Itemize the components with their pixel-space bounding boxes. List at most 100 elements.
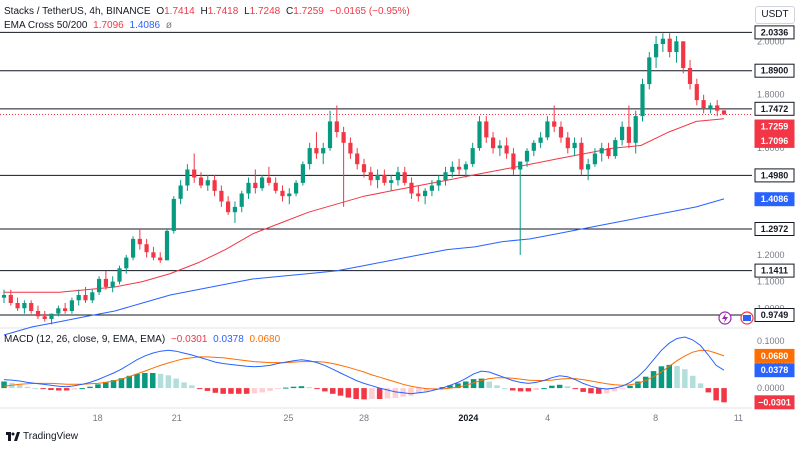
macd-histogram-bar [220, 388, 226, 394]
ema-indicator-label[interactable]: EMA Cross 50/200 [4, 20, 87, 31]
candle-body [423, 190, 428, 197]
horizontal-levels [0, 31, 752, 316]
macd-histogram-bar [71, 388, 78, 390]
candle-body [395, 172, 401, 181]
macd-histogram-bar [142, 373, 148, 389]
macd-histogram-bar [658, 366, 665, 388]
candle-body [409, 182, 414, 194]
macd-histogram-bar [196, 388, 203, 390]
price-axis[interactable]: 1.00001.10001.20001.40001.60001.80002.00… [757, 36, 785, 393]
candle-body [620, 126, 625, 141]
price-chart[interactable]: 1.00001.10001.20001.40001.60001.80002.00… [0, 0, 800, 450]
macd-histogram-bar [682, 369, 688, 389]
macd-histogram-bar [408, 388, 414, 396]
candle-body [219, 190, 224, 202]
candle-body [83, 295, 88, 301]
macd-histogram-bar [674, 365, 680, 389]
candle-body [260, 177, 265, 189]
ema200-value: 1.4086 [129, 20, 161, 31]
macd-histogram-bar [392, 388, 399, 398]
macd-value-badge-text: 0.0378 [761, 365, 789, 375]
level-price-badge-text: 1.1411 [761, 266, 788, 276]
candle-body [239, 193, 244, 207]
candle-body [192, 169, 197, 178]
macd-histogram-bar [533, 388, 539, 390]
macd-histogram-bar [24, 386, 31, 389]
candle-body [484, 121, 489, 138]
ohlc-open: O1.7414 [156, 6, 195, 17]
currency-button[interactable]: USDT [755, 6, 795, 24]
ema-legend[interactable]: EMA Cross 50/200 1.7096 1.4086 ø [4, 20, 175, 31]
macd-histogram-bar [517, 388, 524, 392]
candle-body [504, 145, 509, 154]
candle-body [667, 38, 672, 52]
macd-histogram-bar [204, 388, 211, 391]
time-axis[interactable]: 18 21 25 28 2024 4 8 11 [93, 413, 743, 423]
candle-body [389, 180, 394, 183]
macd-histogram-bar [541, 388, 547, 390]
candle-body [164, 230, 170, 261]
macd-y-tick-label: 0.1000 [757, 336, 785, 346]
tradingview-branding[interactable]: TradingView [6, 431, 78, 442]
x-tick-label: 21 [172, 413, 182, 423]
macd-histogram-bar [298, 386, 305, 389]
candle-body [171, 198, 176, 231]
ohlc-close: C1.7259 [286, 6, 324, 17]
candle-body [674, 41, 679, 52]
level-price-badge-text: 1.2972 [761, 224, 789, 234]
candle-body [97, 278, 102, 293]
macd-legend[interactable]: MACD (12, 26, close, 9, EMA, EMA) −0.030… [4, 334, 283, 345]
macd-line-value: 0.0378 [213, 334, 244, 345]
macd-histogram-bar [40, 388, 46, 390]
candle-body [416, 193, 421, 197]
candle-body [246, 182, 251, 194]
macd-histogram-bar [666, 364, 672, 389]
macd-histogram-bar [549, 385, 555, 389]
hidden-eye-icon[interactable]: ø [166, 20, 172, 31]
macd-histogram-bar [690, 375, 696, 389]
candle-body [232, 206, 237, 213]
tradingview-label: TradingView [23, 431, 79, 442]
macd-histogram-bar [79, 388, 85, 390]
candle-body [572, 142, 577, 149]
x-tick-label: 28 [359, 413, 369, 423]
macd-indicator-label[interactable]: MACD (12, 26, close, 9, EMA, EMA) [4, 334, 165, 345]
candle-body [300, 164, 305, 183]
candle-body [497, 145, 502, 149]
candle-body [545, 121, 550, 138]
candle-body [198, 177, 204, 186]
ohlc-high: H1.7418 [200, 6, 239, 17]
candle-body [518, 161, 523, 170]
macd-pane [1, 336, 727, 403]
candle-body [124, 257, 129, 269]
candle-body [42, 316, 47, 319]
macd-histogram-bar [337, 388, 344, 396]
symbol-legend[interactable]: Stacks / TetherUS, 4h, BINANCE O1.7414 H… [4, 6, 413, 17]
candle-body [715, 105, 720, 111]
macd-histogram-bar [267, 388, 273, 391]
candle-body [694, 84, 699, 101]
candle-body [382, 174, 387, 183]
candle-body [477, 121, 482, 149]
macd-histogram-bar [330, 388, 336, 394]
macd-histogram-bar [361, 388, 367, 400]
candle-body [531, 142, 536, 151]
candle-body [708, 105, 713, 109]
macd-histogram-bar [705, 388, 712, 393]
signal-value-badge-text: 0.0680 [761, 351, 789, 361]
current-price-badge-text: 1.7259 [761, 122, 789, 132]
macd-histogram-bar [564, 386, 571, 389]
macd-histogram-bar [16, 384, 23, 389]
candle-body [253, 182, 258, 189]
candle-body [375, 174, 380, 181]
macd-histogram-bar [713, 388, 719, 401]
candle-body [565, 137, 570, 149]
macd-histogram-bar [236, 388, 242, 394]
candle-body [307, 148, 312, 165]
symbol-title[interactable]: Stacks / TetherUS, 4h, BINANCE [4, 6, 151, 17]
macd-histogram-bar [181, 382, 187, 389]
candle-body [443, 172, 448, 181]
macd-histogram-bar [502, 388, 508, 390]
candle-body [15, 303, 20, 309]
macd-histogram-bar [369, 388, 375, 399]
